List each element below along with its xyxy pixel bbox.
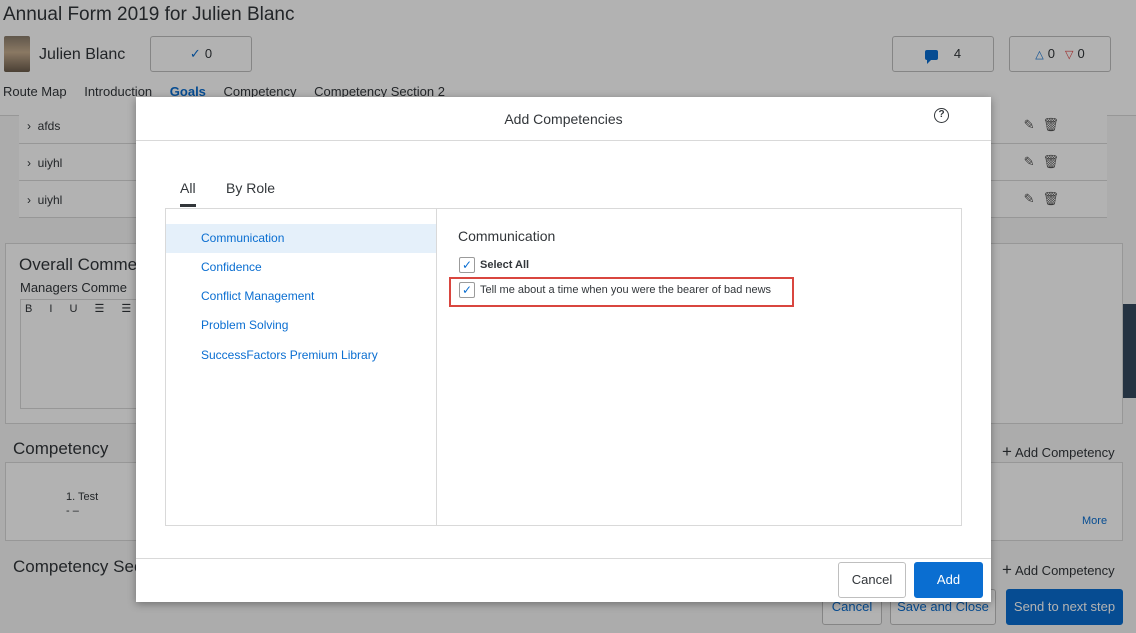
- tab-by-role[interactable]: By Role: [226, 180, 275, 196]
- tab-all[interactable]: All: [180, 180, 196, 207]
- category-item-problem-solving[interactable]: Problem Solving: [166, 311, 436, 340]
- help-icon[interactable]: ?: [934, 108, 949, 123]
- dialog-title: Add Competencies: [504, 111, 623, 127]
- competency-panel: Communication Confidence Conflict Manage…: [165, 208, 962, 526]
- category-item-communication[interactable]: Communication: [166, 224, 436, 253]
- dialog-header: Add Competencies ?: [136, 97, 991, 141]
- category-item-confidence[interactable]: Confidence: [166, 253, 436, 282]
- cancel-button[interactable]: Cancel: [838, 562, 906, 598]
- add-button[interactable]: Add: [914, 562, 983, 598]
- add-competencies-dialog: Add Competencies ? All By Role Communica…: [136, 97, 991, 602]
- category-item-conflict-management[interactable]: Conflict Management: [166, 282, 436, 311]
- select-all-label: Select All: [480, 259, 530, 271]
- highlight-box: [449, 277, 794, 307]
- category-list: Communication Confidence Conflict Manage…: [166, 209, 437, 525]
- detail-title: Communication: [458, 228, 556, 244]
- checkbox-checked-icon[interactable]: ✓: [459, 257, 475, 273]
- category-item-successfactors-premium-library[interactable]: SuccessFactors Premium Library: [166, 341, 436, 370]
- select-all-checkbox[interactable]: ✓ Select All: [459, 257, 529, 275]
